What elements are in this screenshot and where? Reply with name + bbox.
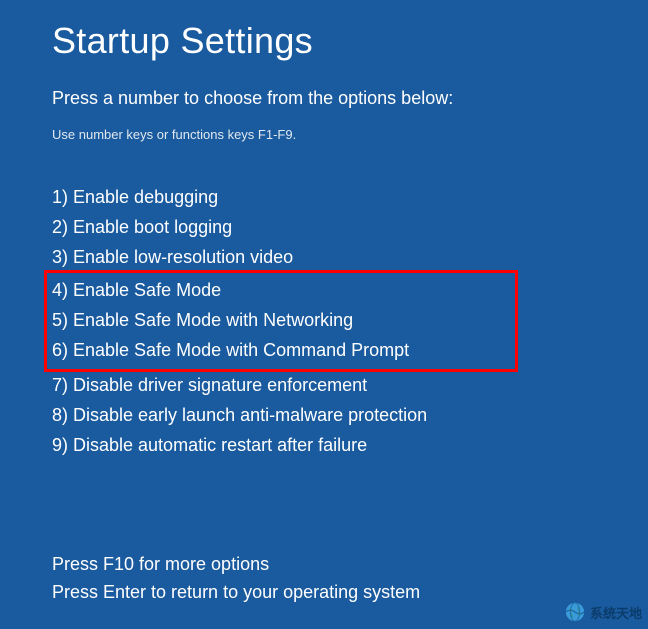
instruction-subtitle: Press a number to choose from the option… <box>52 88 598 109</box>
globe-icon <box>564 601 586 623</box>
option-1-debugging[interactable]: 1) Enable debugging <box>52 182 598 212</box>
option-6-safe-mode-cmd[interactable]: 6) Enable Safe Mode with Command Prompt <box>52 335 510 365</box>
option-3-low-res-video[interactable]: 3) Enable low-resolution video <box>52 242 598 272</box>
option-4-safe-mode[interactable]: 4) Enable Safe Mode <box>52 275 510 305</box>
option-2-boot-logging[interactable]: 2) Enable boot logging <box>52 212 598 242</box>
footer-more-options: Press F10 for more options <box>52 550 598 578</box>
option-5-safe-mode-networking[interactable]: 5) Enable Safe Mode with Networking <box>52 305 510 335</box>
key-hint: Use number keys or functions keys F1-F9. <box>52 127 598 142</box>
option-7-disable-driver-sig[interactable]: 7) Disable driver signature enforcement <box>52 370 598 400</box>
options-list: 1) Enable debugging 2) Enable boot loggi… <box>52 182 598 460</box>
page-title: Startup Settings <box>52 20 598 62</box>
footer-instructions: Press F10 for more options Press Enter t… <box>52 550 598 606</box>
watermark: 系统天地 <box>564 601 642 623</box>
highlight-annotation: 4) Enable Safe Mode 5) Enable Safe Mode … <box>44 270 518 372</box>
option-9-disable-auto-restart[interactable]: 9) Disable automatic restart after failu… <box>52 430 598 460</box>
option-8-disable-antimalware[interactable]: 8) Disable early launch anti-malware pro… <box>52 400 598 430</box>
watermark-text: 系统天地 <box>590 603 642 622</box>
footer-return: Press Enter to return to your operating … <box>52 578 598 606</box>
